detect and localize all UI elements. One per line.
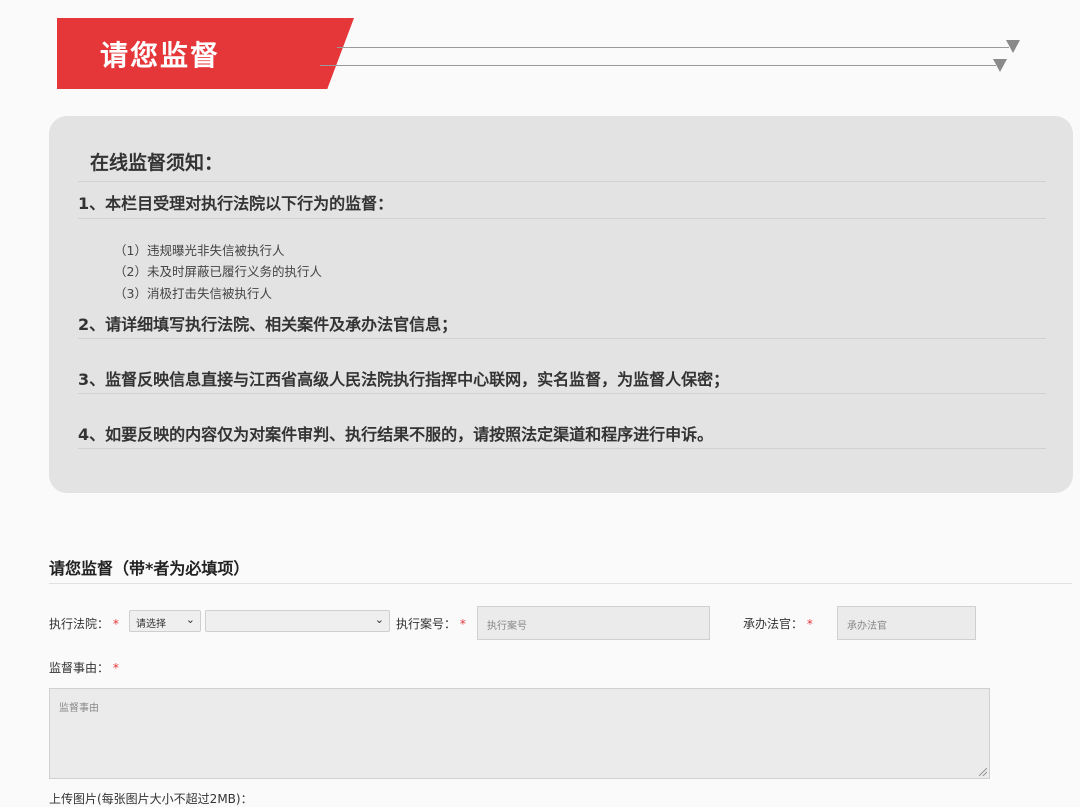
case-number-input[interactable]: 执行案号 [477, 606, 710, 640]
reason-placeholder: 监督事由 [59, 703, 99, 714]
judge-label-text: 承办法官： [743, 617, 804, 631]
divider [78, 218, 1046, 219]
page-title: 请您监督 [100, 39, 221, 72]
court-select[interactable]: ⌄ [205, 610, 390, 632]
reason-label: 监督事由： * [49, 659, 119, 676]
triangle-down-icon [993, 59, 1007, 72]
notice-subitem-3: （3）消极打击失信被执行人 [114, 286, 272, 301]
required-mark: * [112, 617, 119, 631]
notice-rule-2: 2、请详细填写执行法院、相关案件及承办法官信息； [78, 315, 458, 334]
court-label: 执行法院： * [49, 615, 119, 632]
notice-subitem-2: （2）未及时屏蔽已履行义务的执行人 [114, 264, 322, 279]
notice-title: 在线监督须知： [90, 152, 224, 174]
reason-label-text: 监督事由： [49, 661, 110, 675]
required-mark: * [459, 617, 466, 631]
court-level-select-value: 请选择 [136, 619, 166, 630]
notice-rule-1: 1、本栏目受理对执行法院以下行为的监督： [78, 194, 394, 213]
judge-input[interactable]: 承办法官 [837, 606, 976, 640]
header-divider-top [337, 47, 1009, 48]
notice-rule-4: 4、如要反映的内容仅为对案件审判、执行结果不服的，请按照法定渠道和程序进行申诉。 [78, 425, 714, 444]
resize-handle-icon[interactable] [979, 768, 987, 776]
divider [78, 393, 1046, 394]
required-mark: * [806, 617, 813, 631]
court-label-text: 执行法院： [49, 617, 110, 631]
divider [78, 181, 1046, 182]
header-divider-bottom [320, 65, 996, 66]
notice-rule-3: 3、监督反映信息直接与江西省高级人民法院执行指挥中心联网，实名监督，为监督人保密… [78, 370, 730, 389]
triangle-down-icon [1006, 40, 1020, 53]
case-number-placeholder: 执行案号 [487, 621, 527, 632]
judge-label: 承办法官： * [743, 615, 813, 632]
judge-placeholder: 承办法官 [847, 621, 887, 632]
divider [78, 448, 1046, 449]
upload-label: 上传图片(每张图片大小不超过2MB)： [49, 792, 253, 806]
case-number-label: 执行案号： * [396, 615, 466, 632]
required-mark: * [112, 661, 119, 675]
notice-subitem-1: （1）违规曝光非失信被执行人 [114, 243, 285, 258]
form-divider [49, 583, 1072, 584]
court-level-select[interactable]: 请选择 ⌄ [129, 610, 201, 632]
form-title: 请您监督（带*者为必填项） [49, 559, 250, 578]
reason-textarea[interactable]: 监督事由 [49, 688, 990, 779]
divider [78, 338, 1046, 339]
chevron-down-icon: ⌄ [185, 613, 195, 626]
case-number-label-text: 执行案号： [396, 617, 457, 631]
chevron-down-icon: ⌄ [374, 613, 384, 626]
